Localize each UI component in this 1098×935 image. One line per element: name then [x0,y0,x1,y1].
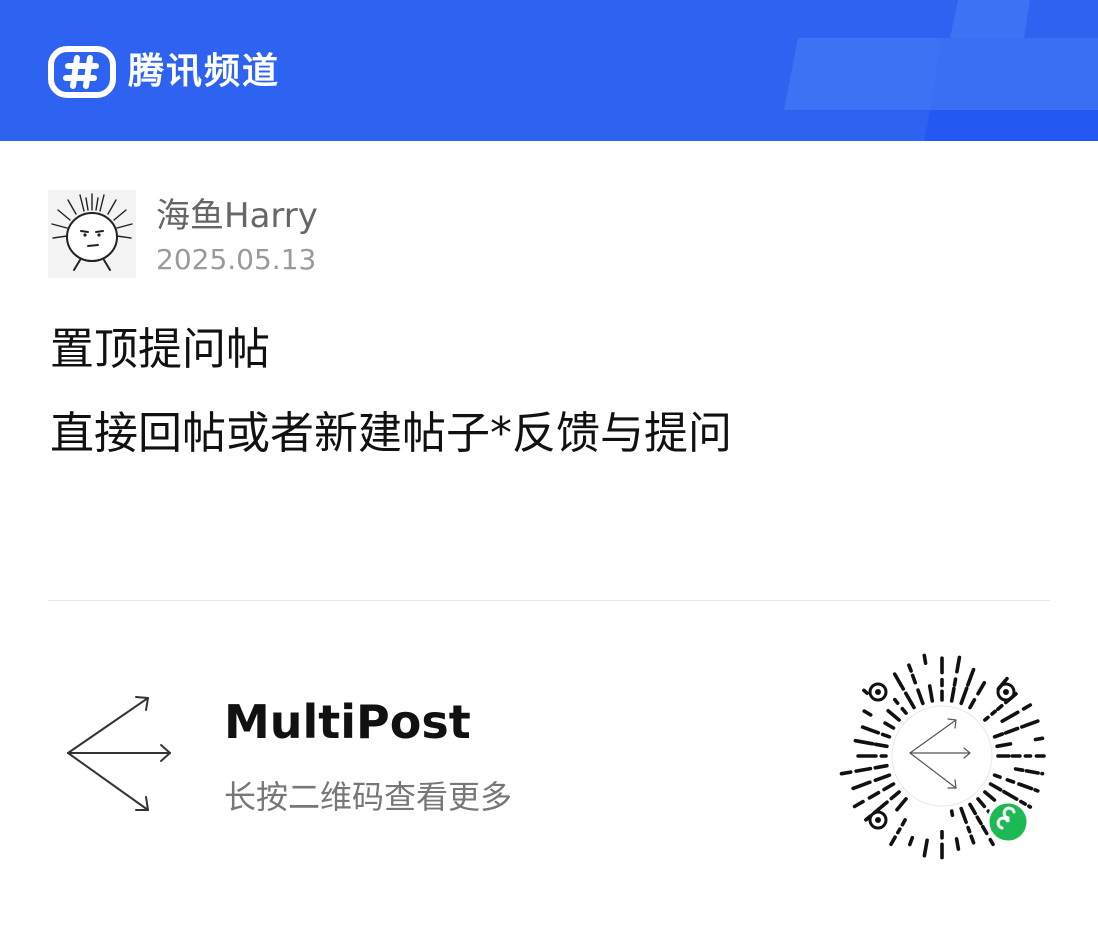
author-name[interactable]: 海鱼Harry [156,194,318,238]
brand-name: 腾讯频道 [128,51,281,92]
tencent-channel-logo-icon [48,46,116,98]
header-banner: 腾讯频道 [0,0,1098,141]
brand[interactable]: 腾讯频道 [48,46,280,98]
post-body: 直接回帖或者新建帖子*反馈与提问 [50,408,732,459]
post-title: 置顶提问帖 [50,324,270,375]
divider [48,600,1050,601]
avatar[interactable] [48,190,136,278]
mini-program-qr-code-icon[interactable] [836,650,1048,862]
author-meta: 海鱼Harry 2025.05.13 [156,190,318,280]
multipost-arrows-icon [67,696,171,811]
post-author: 海鱼Harry 2025.05.13 [48,190,318,280]
app-hint: 长按二维码查看更多 [224,778,513,816]
post-date: 2025.05.13 [156,243,317,276]
app-name[interactable]: MultiPost [224,692,471,752]
